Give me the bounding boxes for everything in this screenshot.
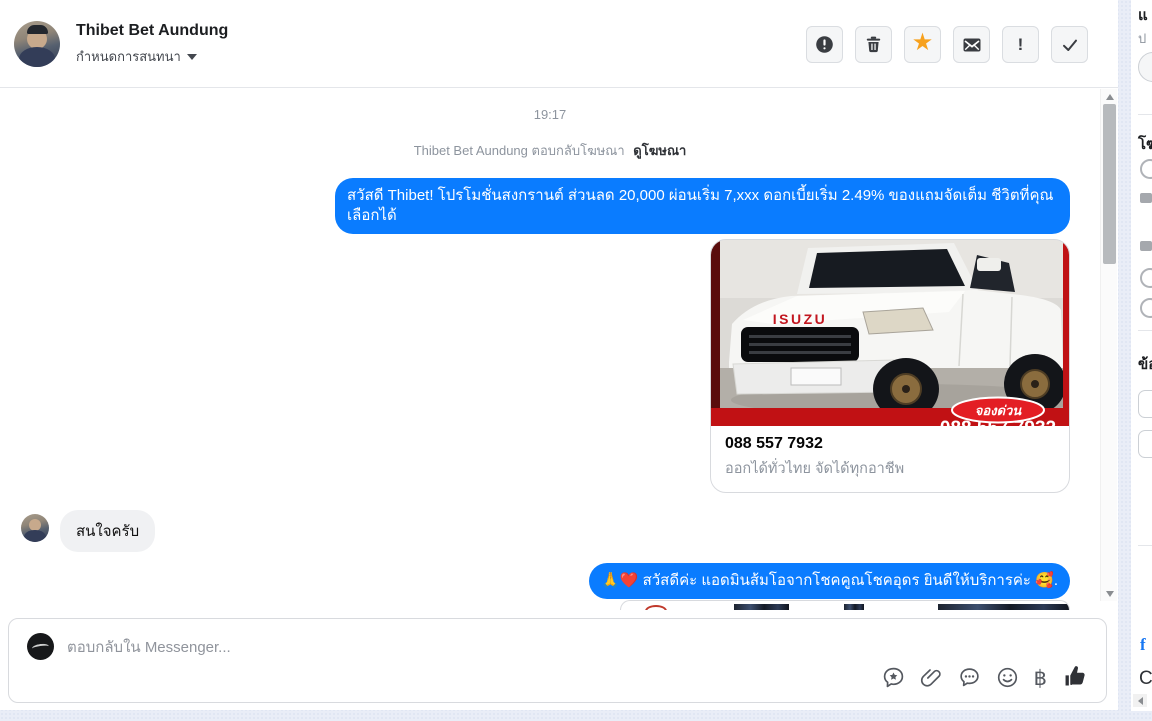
image-fragment-red-arc <box>645 605 667 610</box>
sidebar-mini-icon <box>1140 193 1152 203</box>
star-icon: ★ <box>911 29 934 56</box>
saved-reply-icon <box>883 667 903 688</box>
ad-card-text: 088 557 7932 ออกได้ทั่วไทย จัดได้ทุกอาชี… <box>711 426 1069 492</box>
sidebar-input-fragment[interactable] <box>1138 390 1152 418</box>
sidebar-divider <box>1138 114 1152 115</box>
next-message-image-fragment[interactable] <box>620 600 1070 610</box>
like-button[interactable] <box>1062 663 1088 689</box>
image-fragment <box>734 604 789 610</box>
arrow-left-icon <box>1137 696 1143 705</box>
sidebar-circle-icon[interactable] <box>1140 298 1152 318</box>
paperclip-icon <box>920 669 941 687</box>
ad-card-subtitle: ออกได้ทั่วไทย จัดได้ทุกอาชีพ <box>725 461 905 477</box>
comment-button[interactable] <box>958 666 981 689</box>
outgoing-message-bubble[interactable]: สวัสดี Thibet! โปรโมชั่นสงกรานต์ ส่วนลด … <box>335 178 1070 234</box>
ad-image-card[interactable]: ISUZU 088 557 7932 <box>710 239 1070 493</box>
image-fragment <box>938 604 1069 610</box>
avatar-cap <box>27 25 48 34</box>
attach-file-button[interactable] <box>920 666 943 689</box>
conversation-header: Thibet Bet Aundung กำหนดการสนทนา ★ ! <box>0 0 1118 88</box>
sidebar-input-fragment[interactable] <box>1138 430 1152 458</box>
timestamp: 19:17 <box>533 107 567 122</box>
incoming-message-bubble[interactable]: สนใจครับ <box>60 510 156 552</box>
facebook-icon: f <box>1140 635 1146 654</box>
ad-context-action: ตอบกลับโฆษณา <box>531 143 625 158</box>
conversation-actions-dropdown[interactable]: กำหนดการสนทนา <box>76 46 197 67</box>
reply-input[interactable] <box>67 635 707 659</box>
thumbs-up-icon <box>1065 666 1085 686</box>
contact-avatar-small[interactable] <box>21 514 49 542</box>
scroll-up-button[interactable] <box>1101 89 1118 104</box>
mark-important-button[interactable]: ! <box>1002 26 1039 63</box>
image-fragment <box>844 604 864 610</box>
report-icon <box>816 36 833 53</box>
outgoing-message-bubble-2[interactable]: 🙏❤️ สวัสดีค่ะ แอดมินส้มโอจากโชคคูณโชคอุด… <box>589 563 1070 599</box>
report-button[interactable] <box>806 26 843 63</box>
conversation-toolbar: ★ ! <box>806 26 1088 63</box>
sidebar-text-fragment: แ <box>1138 7 1148 24</box>
arrow-down-icon <box>1105 590 1114 597</box>
composer-toolbar: ฿ <box>882 663 1088 689</box>
contact-name: Thibet Bet Aundung <box>76 22 229 39</box>
sidebar-circle-icon[interactable] <box>1140 159 1152 179</box>
follow-up-star-button[interactable]: ★ <box>904 26 941 63</box>
payment-button[interactable]: ฿ <box>1034 668 1047 689</box>
mark-unread-button[interactable] <box>953 26 990 63</box>
sidebar-circle-icon[interactable] <box>1140 268 1152 288</box>
saved-replies-button[interactable] <box>882 666 905 689</box>
conversation-actions-label: กำหนดการสนทนา <box>76 49 181 64</box>
chevron-down-icon <box>186 53 197 60</box>
scroll-down-button[interactable] <box>1101 586 1118 601</box>
sidebar-section-title-fragment: ข้อ <box>1138 356 1152 373</box>
details-sidebar-cropped: แ ป โฆ ข้อ f C <box>1131 0 1152 711</box>
delete-button[interactable] <box>855 26 892 63</box>
arrow-up-icon <box>1105 93 1114 100</box>
sidebar-text-fragment: ป <box>1138 31 1147 46</box>
page-avatar <box>27 633 54 660</box>
conversation-panel: Thibet Bet Aundung กำหนดการสนทนา ★ ! 19:… <box>0 0 1118 710</box>
svg-text:ISUZU: ISUZU <box>773 311 828 327</box>
scrollbar-thumb[interactable] <box>1103 104 1116 264</box>
sidebar-text-fragment: C <box>1139 668 1152 689</box>
truck-photo: ISUZU 088 557 7932 <box>711 240 1069 426</box>
message-list: 19:17 Thibet Bet Aundung ตอบกลับโฆษณา ดู… <box>0 89 1100 610</box>
sidebar-divider <box>1138 330 1152 331</box>
sidebar-scroll-left-button[interactable] <box>1133 694 1147 707</box>
sidebar-mini-icon <box>1140 241 1152 251</box>
mark-done-button[interactable] <box>1051 26 1088 63</box>
exclamation-icon: ! <box>1017 35 1024 54</box>
emoji-button[interactable] <box>996 666 1019 689</box>
sidebar-section-title-fragment: โฆ <box>1138 136 1152 153</box>
trash-icon <box>866 36 881 53</box>
sidebar-divider <box>1138 545 1152 546</box>
smiley-icon <box>997 667 1017 688</box>
ad-context-name: Thibet Bet Aundung <box>413 143 528 158</box>
reply-composer: ฿ <box>8 618 1107 703</box>
check-icon <box>1062 39 1077 51</box>
chat-bubble-dots-icon <box>959 668 979 687</box>
chat-scrollbar[interactable] <box>1100 89 1117 601</box>
ad-context-line: Thibet Bet Aundung ตอบกลับโฆษณา ดูโฆษณา <box>0 140 1100 161</box>
contact-avatar[interactable] <box>14 21 60 67</box>
envelope-icon <box>963 38 980 51</box>
urgent-booking-badge: จองด่วน <box>975 403 1023 418</box>
baht-icon: ฿ <box>1033 667 1047 690</box>
view-ad-link[interactable]: ดูโฆษณา <box>633 143 686 158</box>
ad-phone-number: 088 557 7932 <box>725 435 823 452</box>
sidebar-input-fragment[interactable] <box>1138 52 1152 82</box>
